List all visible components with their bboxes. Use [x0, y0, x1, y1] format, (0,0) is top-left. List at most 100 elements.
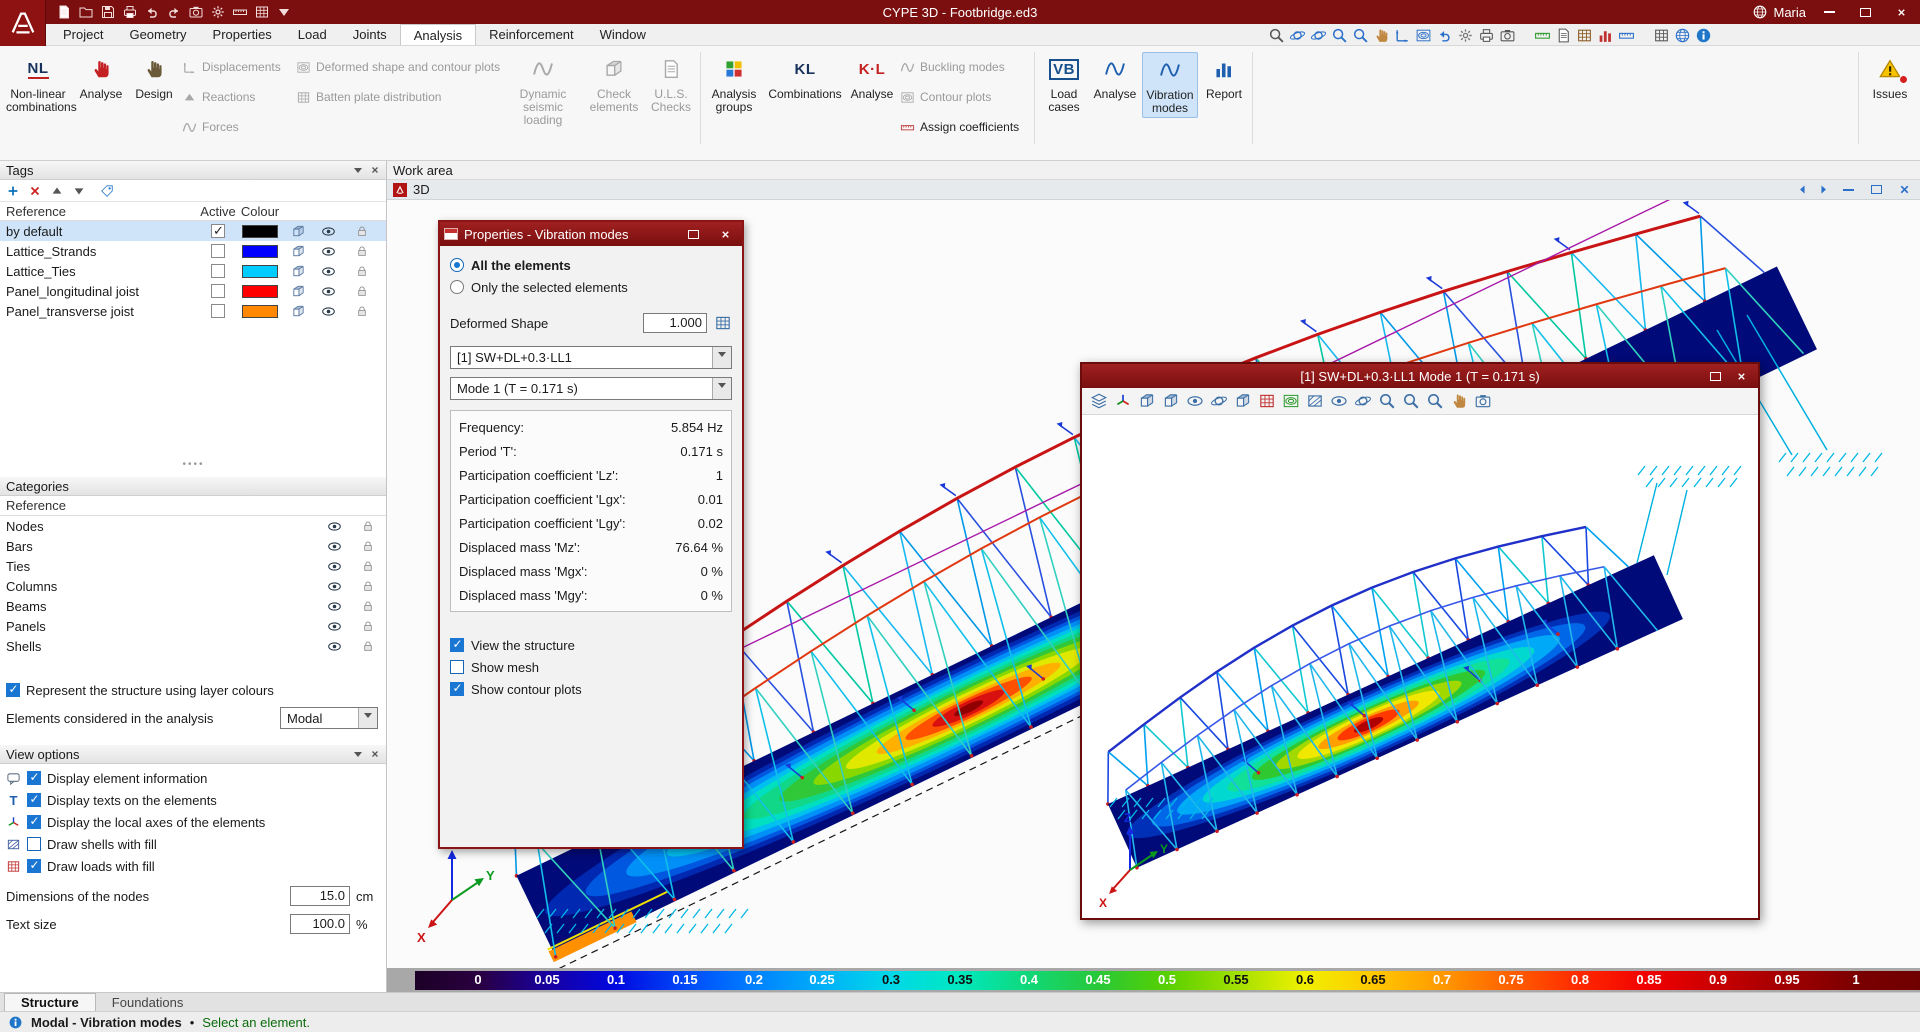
eye-icon[interactable]	[321, 304, 336, 319]
search-icon[interactable]	[1268, 27, 1285, 44]
minimize-view-button[interactable]	[1838, 180, 1858, 200]
maximize-dialog-button[interactable]	[680, 224, 706, 244]
category-row[interactable]: Bars	[0, 536, 386, 556]
collapse-tags-icon[interactable]	[354, 167, 362, 177]
windows-icon[interactable]	[1653, 27, 1670, 44]
panel-splitter[interactable]: ••••	[0, 459, 387, 470]
lock-icon[interactable]	[361, 559, 375, 573]
tab-window[interactable]: Window	[587, 24, 659, 45]
eye-icon[interactable]	[327, 619, 342, 634]
cube-icon[interactable]	[291, 244, 306, 259]
radio-all-elements[interactable]: All the elements	[440, 254, 742, 276]
eye-icon[interactable]	[321, 224, 336, 239]
analysis-groups-button[interactable]: Analysis groups	[706, 52, 762, 114]
eye-icon[interactable]	[327, 539, 342, 554]
print-icon[interactable]	[122, 4, 138, 20]
mode-select[interactable]: Mode 1 (T = 0.171 s)	[450, 377, 732, 400]
cube-icon[interactable]	[291, 264, 306, 279]
save-icon[interactable]	[100, 4, 116, 20]
view-option-row[interactable]: Draw shells with fill	[0, 833, 386, 855]
close-button[interactable]	[1888, 2, 1914, 22]
category-row[interactable]: Beams	[0, 596, 386, 616]
show-mesh-checkbox[interactable]	[450, 660, 464, 674]
active-checkbox[interactable]	[211, 264, 225, 278]
load-cases-button[interactable]: VB Load cases	[1040, 52, 1088, 114]
mode-3d-view[interactable]: Z Y X	[1082, 415, 1758, 920]
tag-row[interactable]: Lattice_Strands	[0, 241, 386, 261]
radio-button[interactable]	[450, 258, 464, 272]
tag-row[interactable]: Panel_longitudinal joist	[0, 281, 386, 301]
mesh-icon[interactable]	[1306, 392, 1324, 410]
iso-view-icon[interactable]	[1138, 392, 1156, 410]
view-option-checkbox[interactable]	[27, 770, 41, 785]
view-option-checkbox[interactable]	[27, 792, 41, 807]
tab-project[interactable]: Project	[50, 24, 116, 45]
radio-only-selected[interactable]: Only the selected elements	[440, 276, 742, 298]
add-tag-icon[interactable]	[6, 184, 20, 198]
active-checkbox[interactable]	[211, 304, 225, 318]
minimize-button[interactable]	[1816, 2, 1842, 22]
analyse-modal-button[interactable]: Analyse	[1092, 52, 1138, 101]
move-down-icon[interactable]	[72, 184, 86, 198]
orbit-icon[interactable]	[1354, 392, 1372, 410]
zoom-in-icon[interactable]	[1352, 27, 1369, 44]
print-view-icon[interactable]	[1478, 27, 1495, 44]
view-option-checkbox[interactable]	[27, 837, 41, 851]
cube-icon[interactable]	[291, 304, 306, 319]
eye-icon[interactable]	[321, 284, 336, 299]
colour-swatch[interactable]	[242, 244, 278, 258]
snapshot-icon[interactable]	[1474, 392, 1492, 410]
hide-elements-icon[interactable]	[1330, 392, 1348, 410]
close-mode-window-button[interactable]	[1728, 366, 1754, 386]
active-checkbox[interactable]	[211, 244, 225, 258]
new-document-icon[interactable]	[56, 4, 72, 20]
represent-layer-colours-checkbox[interactable]	[6, 682, 20, 697]
close-view-options-icon[interactable]	[370, 747, 380, 762]
properties-dialog[interactable]: Properties - Vibration modes All the ele…	[438, 220, 744, 849]
loads-icon[interactable]	[1258, 392, 1276, 410]
category-row[interactable]: Ties	[0, 556, 386, 576]
tab-analysis[interactable]: Analysis	[399, 24, 477, 45]
analyse-buckling-button[interactable]: K·L Analyse	[848, 52, 896, 101]
dialog-title-bar[interactable]: Properties - Vibration modes	[440, 222, 742, 246]
close-dialog-button[interactable]	[712, 224, 738, 244]
snapshot-icon[interactable]	[188, 4, 204, 20]
view-option-row[interactable]: Display the local axes of the elements	[0, 811, 386, 833]
tab-load[interactable]: Load	[285, 24, 340, 45]
references-icon[interactable]	[1555, 27, 1572, 44]
view-option-row[interactable]: T Display texts on the elements	[0, 789, 386, 811]
local-axes-icon[interactable]	[1114, 392, 1132, 410]
active-checkbox[interactable]	[211, 223, 225, 239]
view-option-checkbox[interactable]	[27, 858, 41, 873]
eye-icon[interactable]	[327, 559, 342, 574]
zoom-window-icon[interactable]	[1402, 392, 1420, 410]
delete-tag-icon[interactable]	[28, 184, 42, 198]
view-option-checkbox[interactable]	[27, 814, 41, 829]
text-size-input[interactable]: 100.0	[290, 914, 350, 934]
more-icon[interactable]	[276, 4, 292, 20]
category-row[interactable]: Columns	[0, 576, 386, 596]
capture-icon[interactable]	[1499, 27, 1516, 44]
visibility-icon[interactable]	[1186, 392, 1204, 410]
measure-icon[interactable]	[232, 4, 248, 20]
issues-button[interactable]: Issues	[1864, 52, 1916, 101]
radio-button[interactable]	[450, 280, 464, 294]
eye-icon[interactable]	[321, 244, 336, 259]
colour-swatch[interactable]	[242, 284, 278, 298]
zoom-extents-icon[interactable]	[1378, 392, 1396, 410]
active-checkbox[interactable]	[211, 284, 225, 298]
view-layers-icon[interactable]	[1090, 392, 1108, 410]
zoom-window-icon[interactable]	[1331, 27, 1348, 44]
assign-coefficients-button[interactable]: Assign coefficients	[900, 116, 1030, 138]
analyse-stress-button[interactable]: Analyse	[76, 52, 126, 101]
previous-window-icon[interactable]	[1796, 183, 1809, 196]
eye-icon[interactable]	[327, 599, 342, 614]
elements-considered-select[interactable]: Modal	[280, 707, 378, 729]
lock-icon[interactable]	[355, 224, 369, 238]
maximize-button[interactable]	[1852, 2, 1878, 22]
lock-icon[interactable]	[361, 539, 375, 553]
next-window-icon[interactable]	[1817, 183, 1830, 196]
redraw-icon[interactable]	[1457, 27, 1474, 44]
view-option-row[interactable]: Display element information	[0, 767, 386, 789]
tag-row[interactable]: Lattice_Ties	[0, 261, 386, 281]
